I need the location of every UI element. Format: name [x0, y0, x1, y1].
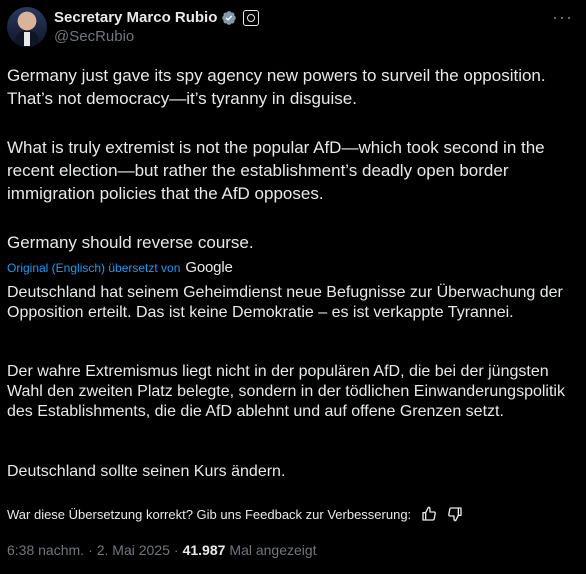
- tweet-meta: 6:38 nachm. · 2. Mai 2025 · 41.987 Mal a…: [7, 542, 317, 558]
- tweet-header: Secretary Marco Rubio @SecRubio ···: [7, 7, 579, 47]
- verified-badge-icon[interactable]: [221, 10, 237, 26]
- thumbs-up-icon[interactable]: [421, 506, 437, 522]
- translated-paragraph: Deutschland hat seinem Geheimdienst neue…: [7, 284, 563, 321]
- thumbs-down-icon[interactable]: [447, 506, 463, 522]
- translation-attribution: Original (Englisch) übersetzt von Google: [7, 259, 233, 276]
- tweet-paragraph: Germany just gave its spy agency new pow…: [7, 66, 546, 108]
- tweet-date[interactable]: 2. Mai 2025: [97, 542, 170, 558]
- translated-paragraph: Der wahre Extremismus liegt nicht in der…: [7, 363, 565, 420]
- feedback-prompt: War diese Übersetzung korrekt? Gib uns F…: [7, 506, 412, 522]
- google-logo: Google: [185, 259, 233, 276]
- handle[interactable]: @SecRubio: [54, 28, 134, 45]
- display-name[interactable]: Secretary Marco Rubio: [54, 9, 217, 26]
- affiliation-seal-icon[interactable]: [243, 9, 260, 26]
- name-row: Secretary Marco Rubio: [54, 9, 260, 26]
- translation-feedback: War diese Übersetzung korrekt? Gib uns F…: [7, 506, 463, 522]
- tweet-time[interactable]: 6:38 nachm.: [7, 542, 84, 558]
- translation-attribution-label[interactable]: Original (Englisch) übersetzt von: [7, 261, 180, 275]
- tweet-paragraph: Germany should reverse course.: [7, 233, 254, 252]
- avatar[interactable]: [7, 7, 47, 47]
- meta-separator: ·: [173, 542, 179, 558]
- more-options-icon[interactable]: ···: [552, 7, 573, 28]
- views-label: Mal angezeigt: [229, 542, 317, 558]
- view-count[interactable]: 41.987: [183, 542, 226, 558]
- translated-paragraph: Deutschland sollte seinen Kurs ändern.: [7, 463, 286, 480]
- tweet-paragraph: What is truly extremist is not the popul…: [7, 138, 545, 203]
- meta-separator: ·: [88, 542, 93, 558]
